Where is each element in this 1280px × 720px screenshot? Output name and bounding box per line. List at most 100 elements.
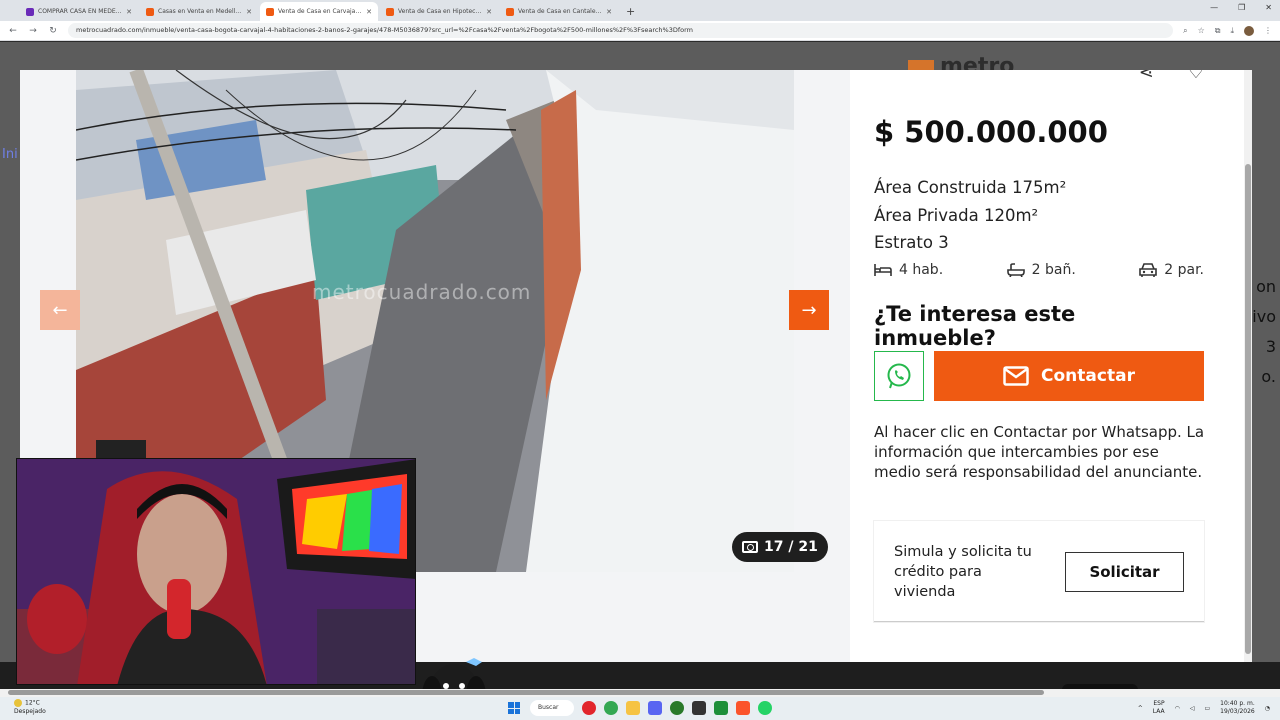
close-icon[interactable]: ✕ xyxy=(486,8,492,16)
terminal-icon[interactable] xyxy=(714,701,728,715)
contact-actions: Contactar xyxy=(874,351,1204,402)
tab-favicon-icon xyxy=(386,7,394,16)
close-icon[interactable]: ✕ xyxy=(246,8,252,16)
close-icon[interactable]: ✕ xyxy=(366,8,372,16)
whatsapp-disclaimer: Al hacer clic en Contactar por Whatsapp.… xyxy=(874,423,1205,481)
credit-card: Simula y solicita tu crédito para vivien… xyxy=(874,521,1204,622)
tab-favicon-icon xyxy=(506,7,514,16)
forward-icon[interactable]: → xyxy=(28,26,38,36)
notifications-icon[interactable]: ◔ xyxy=(1265,705,1270,712)
language-indicator[interactable]: ESP LAA xyxy=(1153,700,1165,716)
xbox-icon[interactable] xyxy=(670,701,684,715)
system-tray: ^ ESP LAA ◠ ◁ ▭ 10:40 p. m. 19/03/2026 ◔ xyxy=(1138,700,1270,716)
start-button[interactable] xyxy=(508,702,520,714)
streamer-video-image xyxy=(17,459,415,684)
taskbar-search[interactable]: Buscar xyxy=(530,700,574,716)
browser-tab[interactable]: COMPRAR CASA EN MEDELLIN ✕ xyxy=(20,2,138,21)
background-line: on xyxy=(1256,277,1276,296)
wifi-icon[interactable]: ◠ xyxy=(1175,705,1180,712)
arrow-right-icon: → xyxy=(801,299,817,321)
contact-button[interactable]: Contactar xyxy=(934,351,1204,401)
zoom-icon[interactable]: ⌕ xyxy=(1183,26,1187,36)
url-field[interactable]: metrocuadrado.com/inmueble/venta-casa-bo… xyxy=(68,23,1174,38)
mail-icon xyxy=(1003,366,1029,386)
request-credit-button[interactable]: Solicitar xyxy=(1065,551,1184,592)
windows-logo-tile xyxy=(508,708,514,714)
background-line: 3 xyxy=(1265,337,1276,356)
feature-rooms: 4 hab. xyxy=(874,262,943,278)
minimize-icon[interactable]: — xyxy=(1210,3,1218,12)
feature-baths-label: 2 bañ. xyxy=(1031,262,1076,278)
close-window-icon[interactable]: ✕ xyxy=(1265,3,1272,12)
brave-icon[interactable] xyxy=(736,701,750,715)
new-tab-button[interactable]: + xyxy=(620,2,641,21)
favorite-icon[interactable]: ♡ xyxy=(1188,70,1204,83)
weather-text: Despejado xyxy=(14,707,46,715)
clock[interactable]: 10:40 p. m. 19/03/2026 xyxy=(1220,700,1255,716)
spec-stratum: Estrato 3 xyxy=(874,233,949,252)
prev-photo-button[interactable]: ← xyxy=(40,290,80,330)
volume-icon[interactable]: ◁ xyxy=(1190,705,1195,712)
extensions-icon[interactable]: ⧉ xyxy=(1215,26,1221,36)
listing-price: $ 500.000.000 xyxy=(874,115,1108,149)
menu-icon[interactable]: ⋮ xyxy=(1264,26,1272,35)
maximize-icon[interactable]: ❐ xyxy=(1238,3,1245,12)
browser-tab[interactable]: Venta de Casa en Hipotecho · C ✕ xyxy=(380,2,498,21)
weather-widget[interactable]: 12°C Despejado xyxy=(14,699,46,716)
next-photo-button[interactable]: → xyxy=(789,290,829,330)
bookmark-star-icon[interactable]: ☆ xyxy=(1198,26,1205,35)
discord-icon[interactable] xyxy=(648,701,662,715)
clock-time: 10:40 p. m. xyxy=(1220,700,1255,707)
bed-icon xyxy=(874,264,892,276)
background-line: o. xyxy=(1261,367,1276,386)
tab-title: COMPRAR CASA EN MEDELLIN xyxy=(38,8,123,15)
whatsapp-icon xyxy=(887,363,911,389)
tab-title: Venta de Casa en Cantalejo · B xyxy=(518,8,603,15)
close-icon[interactable]: ✕ xyxy=(606,8,612,16)
page-horizontal-scrollbar[interactable] xyxy=(0,689,1280,697)
back-icon[interactable]: ← xyxy=(8,26,18,36)
feature-rooms-label: 4 hab. xyxy=(899,262,944,278)
reload-icon[interactable]: ↻ xyxy=(48,26,58,36)
clock-date: 19/03/2026 xyxy=(1220,708,1255,715)
chrome-icon[interactable] xyxy=(604,701,618,715)
modal-scrollbar[interactable] xyxy=(1244,70,1252,662)
tab-favicon-icon xyxy=(26,7,34,16)
browser-tab-active[interactable]: Venta de Casa en Carvajal - Bo ✕ xyxy=(260,2,378,21)
downloads-icon[interactable]: ⤓ xyxy=(1230,26,1234,36)
listing-specs: Área Construida 175m² Área Privada 120m²… xyxy=(874,174,1066,257)
window-controls: — ❐ ✕ xyxy=(1210,3,1272,12)
file-explorer-icon[interactable] xyxy=(626,701,640,715)
windows-logo-tile xyxy=(514,708,520,714)
tab-favicon-icon xyxy=(266,7,274,16)
whatsapp-taskbar-icon[interactable] xyxy=(758,701,772,715)
app-icon[interactable] xyxy=(692,701,706,715)
feature-baths: 2 bañ. xyxy=(1006,262,1076,278)
webcam-overlay xyxy=(16,458,416,685)
opera-icon[interactable] xyxy=(582,701,596,715)
background-text: on ivo 3 o. xyxy=(1252,272,1276,392)
contact-button-label: Contactar xyxy=(1041,366,1135,386)
scrollbar-thumb[interactable] xyxy=(1245,164,1251,654)
share-icon[interactable]: ⋖ xyxy=(1139,70,1154,83)
browser-tab[interactable]: Casas en Venta en Medellin · V ✕ xyxy=(140,2,258,21)
windows-taskbar: 12°C Despejado Buscar ^ ESP LAA ◠ ◁ ▭ 10… xyxy=(0,697,1280,720)
language-layout: LAA xyxy=(1152,708,1165,715)
bathtub-icon xyxy=(1006,263,1025,277)
profile-avatar[interactable] xyxy=(1244,25,1254,36)
spec-private-area: Área Privada 120m² xyxy=(874,205,1039,225)
tab-bar: COMPRAR CASA EN MEDELLIN ✕ Casas en Vent… xyxy=(0,0,1280,21)
photo-counter-text: 17 / 21 xyxy=(764,539,818,555)
browser-tab[interactable]: Venta de Casa en Cantalejo · B ✕ xyxy=(500,2,618,21)
close-icon[interactable]: ✕ xyxy=(126,8,132,16)
tab-title: Venta de Casa en Hipotecho · C xyxy=(398,8,483,15)
credit-text: Simula y solicita tu crédito para vivien… xyxy=(894,543,1032,600)
battery-icon[interactable]: ▭ xyxy=(1204,705,1210,712)
tab-title: Casas en Venta en Medellin · V xyxy=(158,8,243,15)
scrollbar-thumb[interactable] xyxy=(8,690,1044,695)
photo-counter: 17 / 21 xyxy=(732,532,828,562)
language-code: ESP xyxy=(1153,700,1165,707)
whatsapp-button[interactable] xyxy=(874,351,924,401)
tray-chevron-icon[interactable]: ^ xyxy=(1138,705,1143,712)
background-line: ivo xyxy=(1252,307,1276,326)
